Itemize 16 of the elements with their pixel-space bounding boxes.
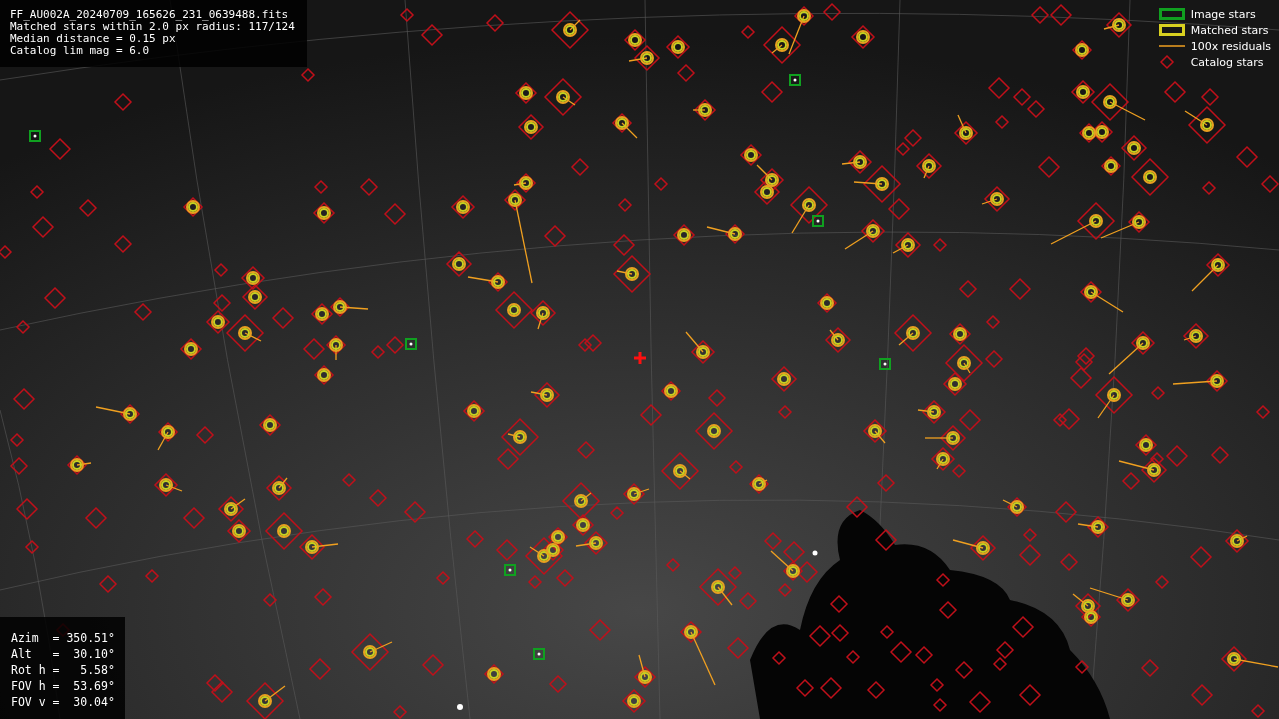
image-star-swatch-icon: [1158, 8, 1185, 20]
pointing-line: Rot h = 5.58°: [11, 662, 115, 678]
pointing-line: Azim = 350.51°: [11, 630, 115, 646]
info-line: FF_AU002A_20240709_165626_231_0639488.fits: [10, 9, 290, 21]
info-line: Matched stars within 2.0 px radius: 117/124: [10, 21, 295, 33]
matched-star-swatch-icon: [1158, 24, 1185, 36]
info-line: Median distance = 0.15 px: [10, 33, 177, 45]
legend-label: Matched stars: [1190, 23, 1269, 37]
legend-label: 100x residuals: [1190, 39, 1271, 53]
pointing-line: FOV v = 30.04°: [11, 694, 115, 710]
info-line: Catalog lim mag = 6.0: [10, 45, 151, 57]
center-cross-icon: [634, 352, 646, 364]
legend-label: Image stars: [1190, 7, 1256, 21]
pointing-line: Alt = 30.10°: [11, 646, 115, 662]
legend-label: Catalog stars: [1190, 55, 1264, 69]
pointing-line: FOV h = 53.69°: [11, 678, 115, 694]
